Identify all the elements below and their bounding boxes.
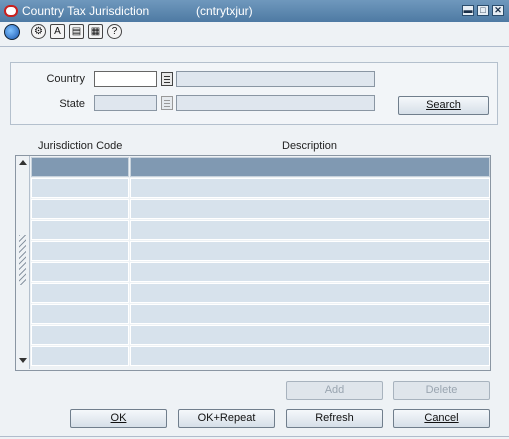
delete-button-label: Delete [425,384,458,396]
description-cell[interactable] [130,178,490,198]
state-code-input[interactable] [94,95,157,111]
ok-button[interactable]: OK [70,409,167,428]
description-cell[interactable] [130,325,490,345]
maximize-icon: □ [480,5,486,15]
minimize-button[interactable]: ▬ [462,5,474,16]
description-cell[interactable] [130,220,490,240]
state-description-field [176,95,375,111]
help-search-icon[interactable]: ⚙ [31,24,46,39]
cancel-button-label: Cancel [424,412,459,424]
description-cell[interactable] [130,283,490,303]
scroll-grip-icon[interactable] [19,235,26,285]
state-lov-button[interactable] [161,96,173,110]
refresh-button[interactable]: Refresh [286,409,383,428]
column-header-description: Description [282,140,338,152]
form-name: (cntrytxjur) [196,4,253,18]
ok-repeat-button-label: OK+Repeat [197,412,256,424]
jurisdiction-code-cell[interactable] [31,241,129,261]
help-icon[interactable]: ? [107,24,122,39]
column-header-jurisdiction-code: Jurisdiction Code [38,140,123,152]
description-cell[interactable] [130,157,490,177]
add-button[interactable]: Add [286,381,383,400]
jurisdiction-code-cell[interactable] [31,283,129,303]
description-cell[interactable] [130,199,490,219]
close-button[interactable]: ✕ [492,5,504,16]
print-icon[interactable]: ▦ [88,24,103,39]
add-button-label: Add [324,384,345,396]
toolbar-divider [0,46,509,47]
bottom-divider [0,436,509,437]
cancel-button[interactable]: Cancel [393,409,490,428]
country-label: Country [46,73,85,85]
ok-repeat-button[interactable]: OK+Repeat [178,409,275,428]
jurisdiction-code-cell[interactable] [31,262,129,282]
country-lov-button[interactable] [161,72,173,86]
description-cell[interactable] [130,346,490,366]
globe-icon[interactable] [4,24,20,40]
country-description-field [176,71,375,87]
close-icon: ✕ [494,5,502,15]
description-cell[interactable] [130,241,490,261]
jurisdiction-code-cell[interactable] [31,157,129,177]
country-code-input[interactable] [94,71,157,87]
window-title: Country Tax Jurisdiction [22,4,150,18]
delete-button[interactable]: Delete [393,381,490,400]
maximize-button[interactable]: □ [477,5,489,16]
jurisdiction-code-cell[interactable] [31,220,129,240]
search-button-label: Search [426,99,461,111]
description-cell[interactable] [130,262,490,282]
scroll-up-icon[interactable] [19,160,27,165]
spell-check-icon[interactable]: A [50,24,65,39]
search-button[interactable]: Search [398,96,489,115]
ok-button-label: OK [110,412,127,424]
jurisdiction-code-cell[interactable] [31,325,129,345]
description-cell[interactable] [130,304,490,324]
jurisdiction-code-cell[interactable] [31,304,129,324]
state-label: State [59,98,85,110]
notes-icon[interactable]: ▤ [69,24,84,39]
oracle-logo-icon [4,5,18,17]
refresh-button-label: Refresh [315,412,354,424]
jurisdiction-code-cell[interactable] [31,199,129,219]
scroll-down-icon[interactable] [19,358,27,363]
jurisdiction-code-cell[interactable] [31,346,129,366]
minimize-icon: ▬ [463,5,473,15]
jurisdiction-code-cell[interactable] [31,178,129,198]
